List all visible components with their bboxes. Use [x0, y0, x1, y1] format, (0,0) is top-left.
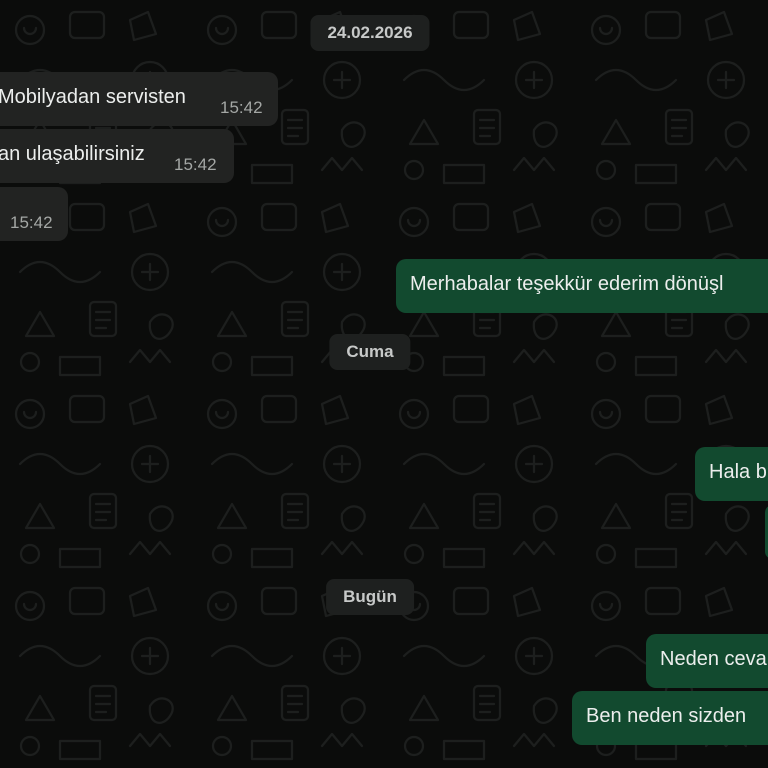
- outgoing-message-bubble[interactable]: Merhabalar teşekkür ederim dönüşl: [396, 259, 768, 313]
- message-time: 15:42: [10, 213, 53, 232]
- outgoing-message-bubble[interactable]: Neden ceva: [646, 634, 768, 688]
- message-text: Mobilyadan servisten: [0, 86, 186, 108]
- outgoing-message-bubble[interactable]: Ben neden sizden: [572, 691, 768, 745]
- outgoing-message-bubble[interactable]: Hala b: [695, 447, 768, 501]
- date-separator: 24.02.2026: [310, 15, 430, 51]
- date-separator: Bugün: [326, 579, 414, 615]
- incoming-message-bubble[interactable]: 15:42: [0, 187, 68, 241]
- incoming-message-bubble[interactable]: an ulaşabilirsiniz 15:42: [0, 129, 234, 183]
- message-text: Ben neden sizden: [586, 705, 747, 727]
- message-text: Hala b: [709, 461, 767, 483]
- message-time: 15:42: [220, 98, 263, 117]
- message-text: Neden ceva: [660, 648, 767, 670]
- date-separator: Cuma: [329, 334, 411, 370]
- incoming-message-bubble[interactable]: Mobilyadan servisten 15:42: [0, 72, 278, 126]
- message-time: 15:42: [174, 155, 217, 174]
- message-text: Merhabalar teşekkür ederim dönüşl: [410, 273, 724, 295]
- message-text: an ulaşabilirsiniz: [0, 143, 145, 165]
